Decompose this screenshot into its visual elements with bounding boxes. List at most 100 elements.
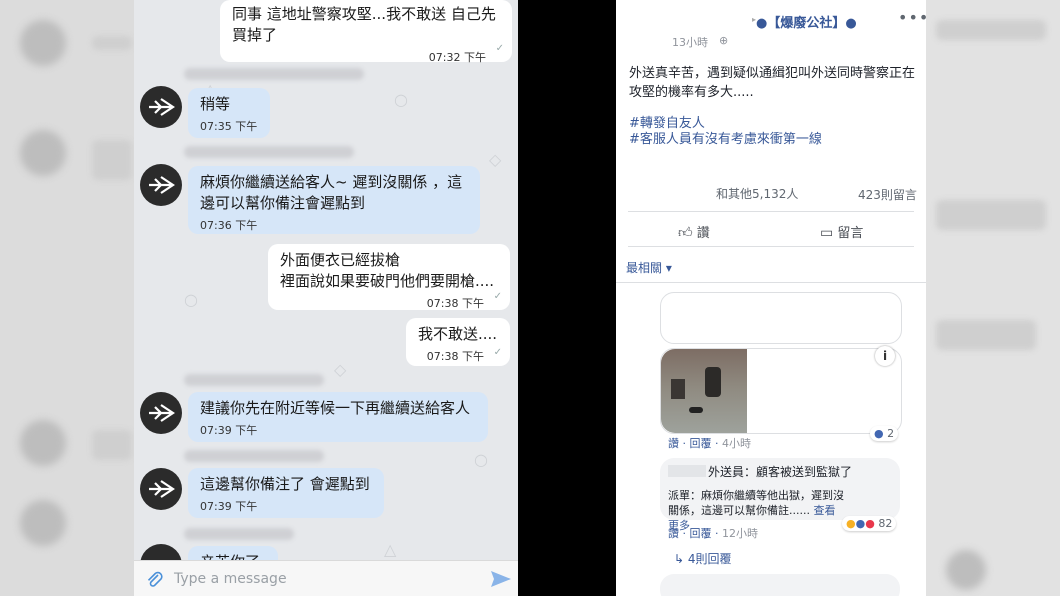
comment-image-card[interactable]: i	[660, 346, 902, 434]
pattern-icon: ◇	[334, 360, 347, 379]
read-check-icon: ✓	[493, 291, 502, 302]
logo-icon	[149, 480, 175, 498]
message-time: 07:39 下午	[200, 500, 258, 513]
comment-label: 留言	[837, 226, 864, 241]
message-time: 07:32 下午	[428, 51, 486, 64]
message-time: 07:38 下午	[426, 350, 484, 363]
logo-icon	[149, 404, 175, 422]
support-avatar	[140, 164, 182, 206]
laugh-reaction-icon: ●	[846, 517, 856, 530]
background-left	[0, 0, 134, 596]
pattern-icon: ○	[394, 90, 408, 109]
blurred-text	[936, 20, 1046, 40]
message-bubble-received: 麻煩你繼續送給客人~ 遲到沒關係 ，這 邊可以幫你備注會遲點到 07:36 下午	[188, 166, 480, 234]
comment-line: 外送員：顧客被送到監獄了	[708, 465, 853, 479]
comment-button[interactable]: ▭ 留言	[820, 222, 863, 241]
comment-reply-link[interactable]: 回覆	[690, 437, 712, 450]
reply-arrow-icon: ↳	[674, 552, 685, 566]
blurred-avatar	[20, 130, 66, 176]
pattern-icon: ○	[184, 290, 198, 309]
post-time[interactable]: 13小時	[672, 34, 708, 50]
more-options-icon[interactable]: •••	[898, 8, 926, 27]
message-bubble-sent: 外面便衣已經拔槍 裡面說如果要破門他們要開槍.... 07:38 下午 ✓	[268, 244, 510, 310]
reaction-number: 82	[878, 517, 893, 530]
pattern-icon: ◇	[489, 150, 502, 169]
comment-time[interactable]: 12小時	[722, 527, 758, 540]
message-text: 外面便衣已經拔槍 裡面說如果要破門他們要開槍....	[280, 251, 495, 290]
background-right	[926, 0, 1060, 596]
pattern-icon: △	[384, 540, 397, 559]
message-time: 07:39 下午	[200, 424, 258, 437]
message-bubble-received: 這邊幫你備注了 會遲點到 07:39 下午	[188, 468, 384, 518]
message-input-bar[interactable]: Type a message	[134, 560, 518, 596]
chat-panel: △ ○ ◇ ○ △ ◇ ○ △ 同事 這地址警察攻堅...我不敢送 自己先 買掉…	[134, 0, 518, 596]
comment-sort-dropdown[interactable]: 最相關 ▾	[626, 259, 672, 276]
message-text: 麻煩你繼續送給客人~ 遲到沒關係 ，這 邊可以幫你備注會遲點到	[200, 173, 463, 212]
logo-icon	[149, 98, 175, 116]
view-replies-link[interactable]: ↳ 4則回覆	[674, 550, 732, 567]
comment-like-link[interactable]: 讚	[668, 527, 679, 540]
page-name[interactable]: ●【爆廢公社】●	[756, 12, 857, 31]
commenter-name-redacted	[668, 465, 706, 477]
love-reaction-icon: ●	[865, 517, 875, 530]
support-avatar	[140, 86, 182, 128]
attachment-icon[interactable]	[144, 569, 164, 589]
divider	[628, 246, 914, 247]
comment-icon: ▭	[820, 225, 834, 241]
thumbs-up-icon: 👍︎	[678, 225, 693, 241]
read-check-icon: ✓	[495, 43, 504, 54]
blurred-text	[92, 140, 132, 180]
reaction-count[interactable]: ●●● 82	[842, 516, 897, 531]
sender-name-redacted	[184, 528, 294, 540]
sender-name-redacted	[184, 374, 324, 386]
comment-reply-link[interactable]: 回覆	[690, 527, 712, 540]
read-check-icon: ✓	[493, 347, 502, 358]
pattern-icon: ○	[474, 450, 488, 469]
blurred-text	[92, 430, 132, 460]
message-bubble-sent: 同事 這地址警察攻堅...我不敢送 自己先 買掉了 07:32 下午 ✓	[220, 0, 512, 64]
message-time: 07:38 下午	[426, 297, 484, 310]
message-bubble-received: 建議你先在附近等候一下再繼續送給客人 07:39 下午	[188, 392, 488, 442]
message-input[interactable]: Type a message	[174, 571, 287, 587]
blurred-avatar	[20, 500, 66, 546]
facebook-post-panel: ▸ ●【爆廢公社】● ••• 13小時 ⊕ 外送真辛苦，遇到疑似通緝犯叫外送同時…	[616, 0, 926, 596]
message-time: 07:36 下午	[200, 219, 258, 232]
comment-actions: 讚 · 回覆 · 12小時	[668, 527, 758, 540]
comment-photo[interactable]	[661, 349, 747, 433]
blurred-avatar	[20, 20, 66, 66]
reaction-number: 2	[887, 427, 895, 440]
message-text: 建議你先在附近等候一下再繼續送給客人	[200, 399, 471, 417]
logo-icon	[149, 176, 175, 194]
post-text: 外送真辛苦，遇到疑似通緝犯叫外送同時警察正在攻堅的機率有多大.....	[629, 66, 916, 100]
like-reaction-icon: ●	[855, 517, 866, 530]
globe-icon: ⊕	[719, 34, 729, 47]
blurred-text	[936, 200, 1046, 230]
support-avatar	[140, 392, 182, 434]
like-label: 讚	[696, 226, 710, 241]
send-icon[interactable]	[490, 570, 512, 588]
message-bubble-sent: 我不敢送.... 07:38 下午 ✓	[406, 318, 510, 366]
like-count[interactable]: 和其他5,132人	[716, 185, 798, 202]
like-button[interactable]: 👍︎ 讚	[678, 222, 710, 241]
hashtag[interactable]: #客服人員有沒有考慮來衝第一線	[629, 128, 822, 147]
comment-bubble-redacted	[660, 574, 900, 596]
message-text: 稍等	[200, 95, 231, 113]
comment-count[interactable]: 423則留言	[858, 186, 917, 203]
message-text: 這邊幫你備注了 會遲點到	[200, 475, 370, 493]
sender-name-redacted	[184, 68, 364, 80]
like-reaction-icon: ●	[874, 427, 884, 440]
info-icon[interactable]: i	[875, 346, 895, 366]
blurred-avatar	[20, 420, 66, 466]
blurred-text	[936, 320, 1036, 350]
sort-label: 最相關	[626, 261, 663, 275]
message-text: 同事 這地址警察攻堅...我不敢送 自己先 買掉了	[232, 5, 496, 44]
support-avatar	[140, 468, 182, 510]
reaction-count[interactable]: ● 2	[870, 426, 899, 441]
comment-like-link[interactable]: 讚	[668, 437, 679, 450]
comment-time[interactable]: 4小時	[722, 437, 751, 450]
blurred-shape	[946, 550, 986, 590]
comment-actions: 讚 · 回覆 · 4小時	[668, 437, 751, 450]
blurred-text	[92, 36, 132, 50]
comment-bubble-redacted	[660, 292, 902, 344]
replies-label: 4則回覆	[687, 552, 732, 566]
